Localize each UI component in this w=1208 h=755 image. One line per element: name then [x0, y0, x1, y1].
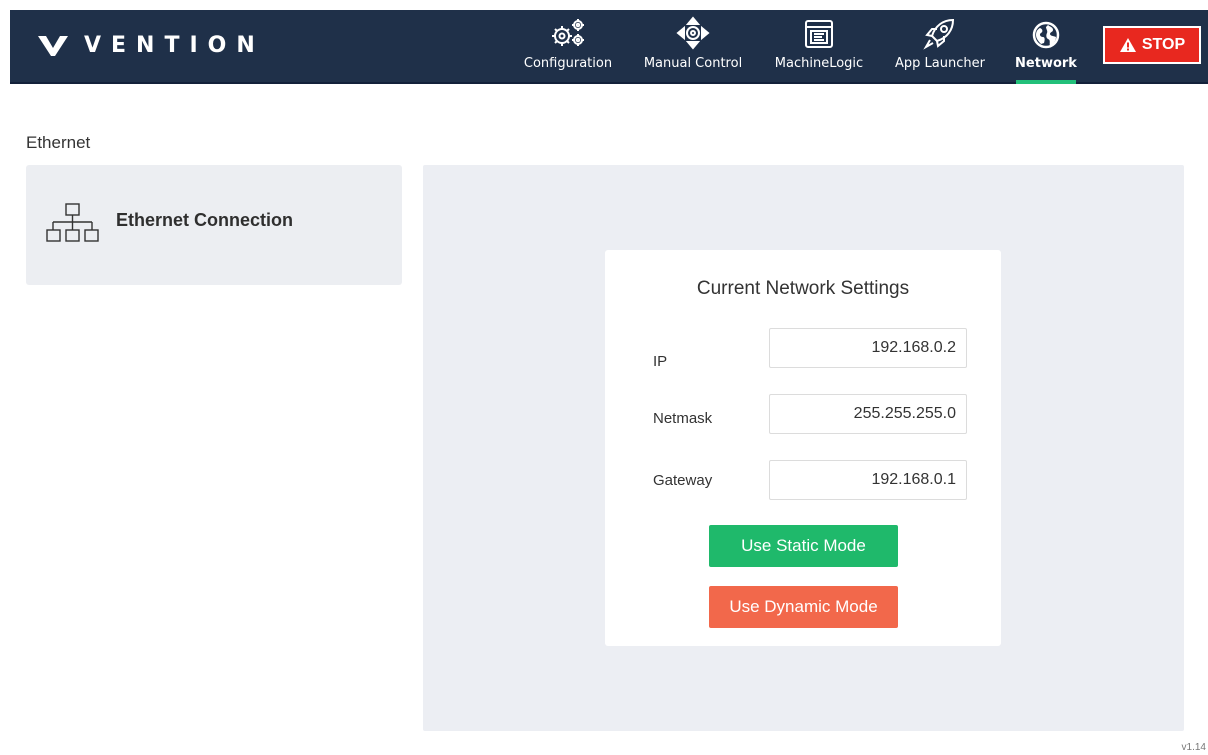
netmask-label: Netmask	[653, 410, 713, 427]
network-topology-icon	[46, 203, 99, 242]
nav-label: Network	[1015, 56, 1077, 71]
nav-label: App Launcher	[895, 56, 985, 71]
nav-label: Configuration	[523, 56, 613, 71]
nav-label: MachineLogic	[774, 56, 864, 71]
warning-icon	[1119, 38, 1136, 52]
ip-input[interactable]	[769, 328, 967, 368]
gateway-label: Gateway	[653, 472, 713, 489]
sidebar-item-ethernet-connection[interactable]: Ethernet Connection	[26, 165, 402, 285]
nav-label: Manual Control	[643, 56, 743, 71]
logic-panel-icon	[805, 20, 833, 48]
rocket-icon	[923, 18, 955, 50]
stop-button[interactable]: STOP	[1103, 26, 1201, 64]
stop-label: STOP	[1141, 36, 1186, 53]
nav-item-machinelogic[interactable]: MachineLogic	[767, 10, 871, 84]
gateway-input[interactable]	[769, 460, 967, 500]
use-static-mode-button[interactable]: Use Static Mode	[709, 525, 898, 567]
section-title: Ethernet	[26, 133, 91, 152]
top-navigation-bar: VENTION Configuration Manual Control Mac…	[10, 10, 1208, 84]
globe-icon	[1032, 21, 1060, 49]
nav-item-configuration[interactable]: Configuration	[518, 10, 618, 84]
nav-item-network[interactable]: Network	[1010, 10, 1082, 84]
gears-icon	[552, 19, 584, 46]
nav-item-manual-control[interactable]: Manual Control	[637, 10, 749, 84]
vention-logo: VENTION	[36, 32, 265, 58]
settings-title: Current Network Settings	[696, 278, 910, 299]
sidebar-item-label: Ethernet Connection	[116, 209, 294, 230]
vention-logo-icon	[38, 36, 68, 56]
nav-item-app-launcher[interactable]: App Launcher	[888, 10, 992, 84]
move-arrows-icon	[676, 16, 710, 50]
network-settings-card: Current Network Settings IP Netmask Gate…	[605, 250, 1001, 646]
main-content-panel: Current Network Settings IP Netmask Gate…	[423, 165, 1184, 731]
use-dynamic-mode-button[interactable]: Use Dynamic Mode	[709, 586, 898, 628]
active-tab-underline	[1016, 80, 1076, 84]
netmask-input[interactable]	[769, 394, 967, 434]
version-label: v1.14	[1181, 742, 1206, 753]
ip-label: IP	[653, 353, 668, 370]
brand-name: VENTION	[84, 32, 265, 58]
